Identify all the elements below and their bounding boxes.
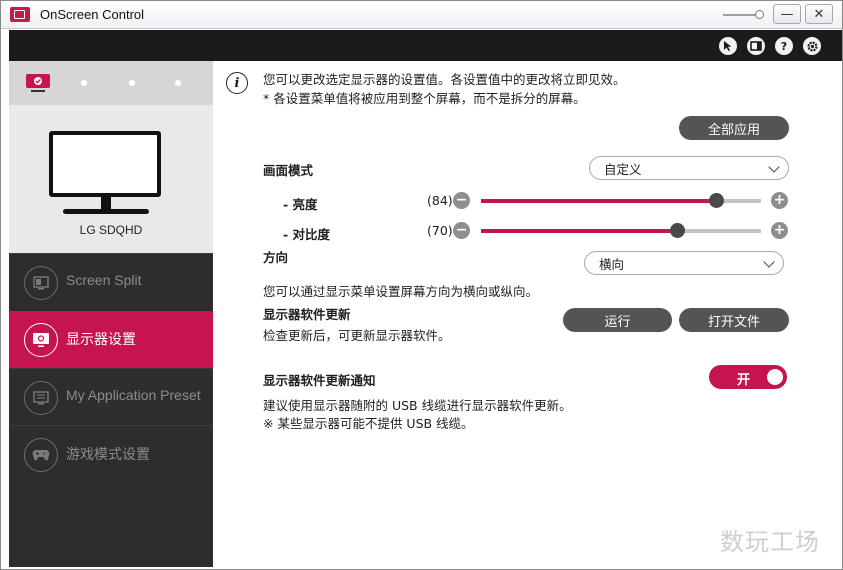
help-icon[interactable]: ? <box>775 37 793 55</box>
app-preset-icon <box>24 381 58 415</box>
info-icon: i <box>226 72 248 94</box>
minimize-icon: — <box>780 6 794 22</box>
brightness-value: (84) <box>427 193 453 208</box>
monitor-stand-base <box>63 209 149 214</box>
cursor-icon[interactable] <box>719 37 737 55</box>
monitor-preview: LG SDQHD <box>9 105 213 253</box>
contrast-value: (70) <box>427 223 453 238</box>
picture-mode-label: 画面模式 <box>263 163 314 178</box>
run-button[interactable]: 运行 <box>563 308 672 332</box>
orientation-label: 方向 <box>263 250 289 265</box>
brightness-decrease-button[interactable]: − <box>453 192 470 209</box>
sidebar-item-label: My Application Preset <box>66 387 201 403</box>
contrast-slider[interactable] <box>481 223 761 238</box>
orientation-description: 您可以通过显示菜单设置屏幕方向为横向或纵向。 <box>263 284 539 299</box>
brightness-slider[interactable] <box>481 193 761 208</box>
top-toolbar: ? <box>9 30 842 61</box>
minimize-button[interactable]: — <box>773 4 801 24</box>
picture-mode-value: 自定义 <box>604 161 642 177</box>
picture-mode-select[interactable]: 自定义 <box>589 156 789 180</box>
brightness-increase-button[interactable]: + <box>771 192 788 209</box>
close-button[interactable]: ✕ <box>805 4 833 24</box>
monitor-slot-dot[interactable] <box>81 80 87 86</box>
contrast-slider-fill <box>481 229 677 233</box>
update-notice-description: 建议使用显示器随附的 USB 线缆进行显示器软件更新。 <box>263 398 572 413</box>
monitor-settings-panel: i 您可以更改选定显示器的设置值。各设置值中的更改将立即见效。 * 各设置菜单值… <box>213 61 842 567</box>
sidebar-item-game-mode[interactable]: 游戏模式设置 <box>9 425 213 482</box>
chevron-down-icon <box>763 256 775 268</box>
monitor-slot-dot[interactable] <box>175 80 181 86</box>
brightness-slider-thumb[interactable] <box>709 193 725 208</box>
app-logo-icon <box>10 7 30 22</box>
open-file-button[interactable]: 打开文件 <box>679 308 789 332</box>
contrast-label: - 对比度 <box>283 227 331 242</box>
orientation-select[interactable]: 横向 <box>584 251 784 275</box>
apply-all-button[interactable]: 全部应用 <box>679 116 789 140</box>
brightness-slider-fill <box>481 199 717 203</box>
monitor-selector-bar <box>9 61 213 105</box>
sidebar: LG SDQHD Screen Split 显示器设置 My Applicati… <box>9 61 213 567</box>
onscreen-control-window: OnScreen Control — ✕ ? LG SDQHD Screen S… <box>0 0 843 570</box>
firmware-update-label: 显示器软件更新 <box>263 307 351 322</box>
update-notice-toggle[interactable]: 开 <box>709 365 787 389</box>
settings-icon[interactable] <box>803 37 821 55</box>
brightness-label: - 亮度 <box>283 197 318 212</box>
sidebar-item-monitor-settings[interactable]: 显示器设置 <box>9 311 213 368</box>
info-line-2: * 各设置菜单值将被应用到整个屏幕，而不是拆分的屏幕。 <box>263 91 586 106</box>
usb-cable-note: ※ 某些显示器可能不提供 USB 线缆。 <box>263 416 474 431</box>
window-title: OnScreen Control <box>40 7 145 22</box>
monitor-settings-icon <box>24 323 58 357</box>
sidebar-item-label: 显示器设置 <box>66 331 136 347</box>
sidebar-item-label: Screen Split <box>66 272 142 288</box>
opacity-slider-knob[interactable] <box>755 10 764 19</box>
watermark: 数玩工场 <box>720 528 820 556</box>
contrast-increase-button[interactable]: + <box>771 222 788 239</box>
monitor-illustration <box>49 131 161 197</box>
monitor-stand-neck <box>101 197 111 209</box>
toggle-knob <box>767 369 783 385</box>
title-bar: OnScreen Control — ✕ <box>1 1 842 29</box>
opacity-slider[interactable] <box>723 10 764 20</box>
orientation-value: 横向 <box>599 256 625 272</box>
display-icon[interactable] <box>747 37 765 55</box>
update-notice-label: 显示器软件更新通知 <box>263 373 376 388</box>
chevron-down-icon <box>768 161 780 173</box>
monitor-slot-dot[interactable] <box>129 80 135 86</box>
monitor-name: LG SDQHD <box>79 223 143 237</box>
contrast-decrease-button[interactable]: − <box>453 222 470 239</box>
sidebar-item-screen-split[interactable]: Screen Split <box>9 253 213 310</box>
firmware-update-description: 检查更新后，可更新显示器软件。 <box>263 328 451 343</box>
gamepad-icon <box>24 438 58 472</box>
monitor-selected-icon[interactable] <box>25 73 51 92</box>
toggle-state-label: 开 <box>737 373 751 388</box>
sidebar-item-my-application-preset[interactable]: My Application Preset <box>9 368 213 425</box>
info-line-1: 您可以更改选定显示器的设置值。各设置值中的更改将立即见效。 <box>263 72 626 87</box>
close-icon: ✕ <box>813 6 825 22</box>
contrast-slider-thumb[interactable] <box>670 223 685 238</box>
settings-info: 您可以更改选定显示器的设置值。各设置值中的更改将立即见效。 * 各设置菜单值将被… <box>263 70 626 108</box>
sidebar-item-label: 游戏模式设置 <box>66 446 150 462</box>
screen-split-icon <box>24 266 58 300</box>
